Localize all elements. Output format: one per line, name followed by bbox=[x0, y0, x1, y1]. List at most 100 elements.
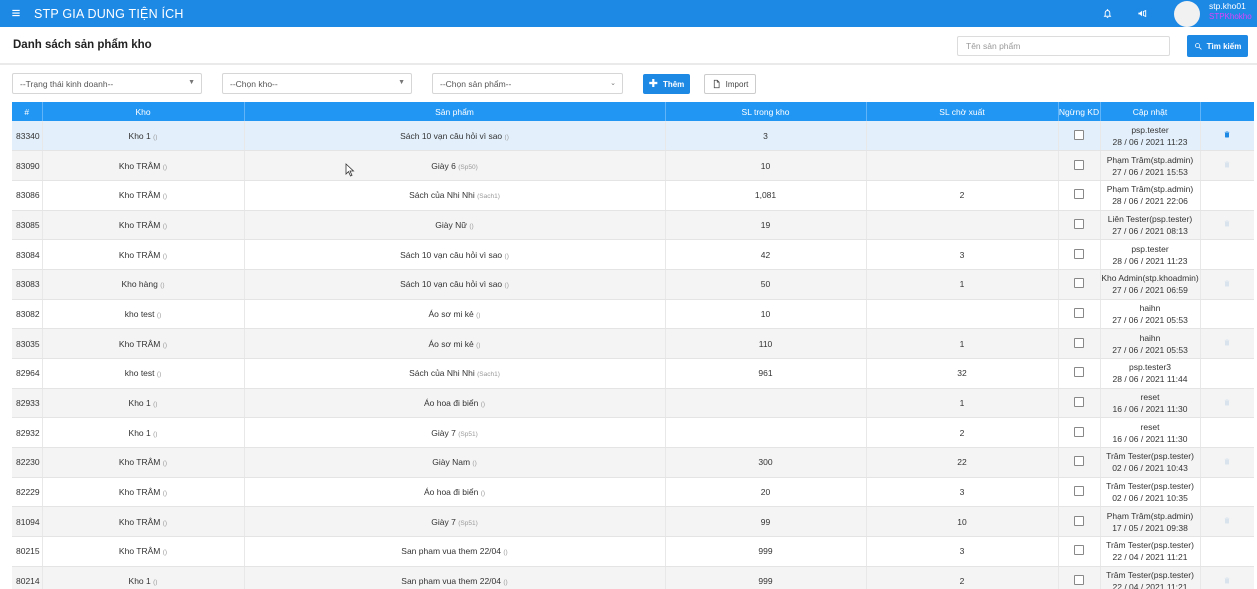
row-stock-qty: 10 bbox=[665, 299, 867, 330]
updated-by: Trâm Tester(psp.tester) bbox=[1106, 540, 1194, 551]
search-button[interactable]: Tìm kiếm bbox=[1187, 35, 1248, 57]
column-header-warehouse[interactable]: Kho bbox=[42, 102, 245, 121]
updated-by: Liên Tester(psp.tester) bbox=[1107, 213, 1193, 224]
table-row[interactable]: 82229 Kho TRÂM () Áo hoa đi biển () 20 3 Trâm… bbox=[12, 477, 1254, 508]
trash-icon[interactable] bbox=[1223, 279, 1231, 290]
menu-icon[interactable]: ≡ bbox=[2, 0, 30, 27]
column-header-pending-qty[interactable]: SL chờ xuất bbox=[866, 102, 1059, 121]
megaphone-icon[interactable] bbox=[1135, 7, 1149, 21]
table-row[interactable]: 83086 Kho TRÂM () Sách của Nhi Nhi (Sach1)… bbox=[12, 180, 1254, 211]
row-warehouse: Kho 1 () bbox=[42, 121, 245, 152]
trash-icon[interactable] bbox=[1223, 130, 1231, 141]
discontinued-checkbox[interactable] bbox=[1074, 159, 1084, 170]
warehouse-code: () bbox=[153, 401, 158, 409]
discontinued-checkbox[interactable] bbox=[1074, 426, 1084, 437]
row-warehouse: Kho TRÂM () bbox=[42, 477, 245, 508]
discontinued-checkbox[interactable] bbox=[1074, 515, 1084, 526]
warehouse-filter-select[interactable]: --Chọn kho-- ▼ bbox=[222, 73, 412, 94]
product-table-container[interactable]: # Kho Sản phẩm SL trong kho SL chờ xuất … bbox=[12, 102, 1254, 589]
discontinued-checkbox[interactable] bbox=[1074, 337, 1084, 348]
trash-icon[interactable] bbox=[1223, 516, 1231, 527]
table-row[interactable]: 80214 Kho 1 () San pham vua them 22/04 () 9… bbox=[12, 566, 1254, 589]
updated-by: reset bbox=[1140, 421, 1160, 432]
discontinued-checkbox[interactable] bbox=[1074, 307, 1084, 318]
row-pending-qty bbox=[866, 210, 1059, 241]
row-updated: Kho Admin(stp.khoadmin) 27 / 06 / 2021 06… bbox=[1100, 269, 1201, 300]
avatar[interactable] bbox=[1174, 0, 1200, 27]
row-discontinued bbox=[1058, 121, 1101, 152]
row-pending-qty: 1 bbox=[866, 328, 1059, 359]
table-row[interactable]: 82964 kho test () Sách của Nhi Nhi (Sach1)… bbox=[12, 358, 1254, 389]
table-row[interactable]: 83083 Kho hàng () Sách 10 vạn câu hỏi vì s… bbox=[12, 269, 1254, 300]
discontinued-checkbox[interactable] bbox=[1074, 129, 1084, 140]
row-warehouse: Kho TRÂM () bbox=[42, 447, 245, 478]
row-product: Giày Nam () bbox=[244, 447, 666, 478]
discontinued-checkbox[interactable] bbox=[1074, 278, 1084, 289]
table-row[interactable]: 83340 Kho 1 () Sách 10 vạn câu hỏi vì sao … bbox=[12, 121, 1254, 152]
row-id: 83085 bbox=[12, 210, 43, 241]
discontinued-checkbox[interactable] bbox=[1074, 248, 1084, 259]
column-header-product[interactable]: Sản phẩm bbox=[244, 102, 666, 121]
column-header-actions bbox=[1200, 102, 1254, 121]
updated-date: 16 / 06 / 2021 11:30 bbox=[1112, 404, 1188, 415]
row-discontinued bbox=[1058, 180, 1101, 211]
row-pending-qty: 3 bbox=[866, 477, 1059, 508]
trash-icon[interactable] bbox=[1223, 398, 1231, 409]
warehouse-code: () bbox=[153, 579, 158, 587]
warehouse-name: Kho TRÂM bbox=[118, 160, 161, 171]
column-header-discontinued[interactable]: Ngừng KD bbox=[1058, 102, 1101, 121]
table-row[interactable]: 81094 Kho TRÂM () Giày 7 (Sp51) 99 10 Phạm Tr… bbox=[12, 506, 1254, 538]
trash-icon[interactable] bbox=[1223, 160, 1231, 171]
import-button[interactable]: Import bbox=[704, 74, 756, 94]
trash-icon[interactable] bbox=[1223, 457, 1231, 468]
row-stock-qty: 19 bbox=[665, 210, 867, 241]
table-row[interactable]: 83090 Kho TRÂM () Giày 6 (Sp50) 10 Phạm Trâm… bbox=[12, 150, 1254, 181]
trash-icon[interactable] bbox=[1223, 219, 1231, 230]
row-actions bbox=[1200, 388, 1254, 419]
table-row[interactable]: 82932 Kho 1 () Giày 7 (Sp51) 2 reset 16 / 06 … bbox=[12, 417, 1254, 449]
row-actions bbox=[1200, 477, 1254, 508]
table-row[interactable]: 83082 kho test () Áo sơ mi kẻ () 10 haihn 27 … bbox=[12, 299, 1254, 330]
row-updated: psp.tester3 28 / 06 / 2021 11:44 bbox=[1100, 358, 1201, 389]
row-stock-qty: 3 bbox=[665, 121, 867, 152]
user-info[interactable]: stp.kho01 STPKhokho bbox=[1209, 0, 1253, 27]
bell-icon[interactable] bbox=[1100, 7, 1114, 21]
discontinued-checkbox[interactable] bbox=[1074, 218, 1084, 229]
table-row[interactable]: 82230 Kho TRÂM () Giày Nam () 300 22 Trâm Tes… bbox=[12, 447, 1254, 478]
table-row[interactable]: 83085 Kho TRÂM () Giày Nữ () 19 Liên Tester(… bbox=[12, 210, 1254, 241]
product-filter-select[interactable]: --Chọn sản phẩm-- ⌄ bbox=[432, 73, 623, 94]
status-filter-select[interactable]: --Trạng thái kinh doanh-- ▼ bbox=[12, 73, 202, 94]
row-pending-qty: 3 bbox=[866, 239, 1059, 270]
trash-icon[interactable] bbox=[1223, 576, 1231, 587]
row-updated: psp.tester 28 / 06 / 2021 11:23 bbox=[1100, 121, 1201, 152]
discontinued-checkbox[interactable] bbox=[1074, 486, 1084, 497]
table-row[interactable]: 80215 Kho TRÂM () San pham vua them 22/04 … bbox=[12, 536, 1254, 567]
warehouse-name: Kho 1 bbox=[128, 427, 151, 438]
row-actions bbox=[1200, 328, 1254, 359]
row-pending-qty: 2 bbox=[866, 566, 1059, 589]
status-filter-value: --Trạng thái kinh doanh-- bbox=[20, 78, 114, 89]
discontinued-checkbox[interactable] bbox=[1074, 189, 1084, 200]
table-row[interactable]: 83035 Kho TRÂM () Áo sơ mi kẻ () 110 1 haihn 2… bbox=[12, 328, 1254, 359]
row-stock-qty: 42 bbox=[665, 239, 867, 270]
table-row[interactable]: 83084 Kho TRÂM () Sách 10 vạn câu hỏi vì s… bbox=[12, 239, 1254, 270]
column-header-id[interactable]: # bbox=[12, 102, 43, 121]
discontinued-checkbox[interactable] bbox=[1074, 456, 1084, 467]
discontinued-checkbox[interactable] bbox=[1074, 545, 1084, 556]
updated-by: Phạm Trâm(stp.admin) bbox=[1106, 184, 1194, 195]
discontinued-checkbox[interactable] bbox=[1074, 575, 1084, 586]
product-code: () bbox=[503, 549, 508, 557]
column-header-updated[interactable]: Cập nhật bbox=[1100, 102, 1201, 121]
product-search-input[interactable] bbox=[957, 36, 1170, 56]
row-pending-qty bbox=[866, 150, 1059, 181]
row-id: 83340 bbox=[12, 121, 43, 152]
column-header-stock-qty[interactable]: SL trong kho bbox=[665, 102, 867, 121]
app-title[interactable]: STP GIA DUNG TIỆN ÍCH bbox=[34, 7, 184, 21]
add-button[interactable]: ✚ Thêm bbox=[643, 74, 690, 94]
trash-icon[interactable] bbox=[1223, 338, 1231, 349]
table-row[interactable]: 82933 Kho 1 () Áo hoa đi biển () 1 reset 16 /… bbox=[12, 388, 1254, 419]
discontinued-checkbox[interactable] bbox=[1074, 397, 1084, 408]
row-pending-qty: 1 bbox=[866, 388, 1059, 419]
discontinued-checkbox[interactable] bbox=[1074, 367, 1084, 378]
updated-date: 02 / 06 / 2021 10:35 bbox=[1112, 493, 1188, 504]
